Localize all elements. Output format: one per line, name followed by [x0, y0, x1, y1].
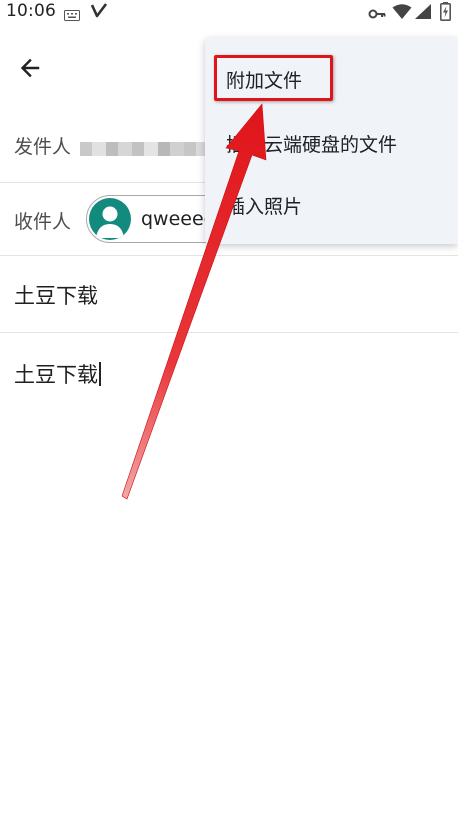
arrow-back-icon — [20, 58, 40, 78]
menu-item-label: 插入云端硬盘的文件 — [226, 134, 398, 156]
keyboard-icon — [64, 6, 80, 25]
back-button[interactable] — [12, 52, 48, 84]
from-label: 发件人 — [14, 136, 72, 158]
body-text: 土豆下载 — [14, 363, 98, 387]
to-label: 收件人 — [14, 211, 72, 233]
menu-item-insert-from-drive[interactable]: 插入云端硬盘的文件 — [205, 110, 458, 172]
body-text-container: 土豆下载 — [14, 359, 101, 389]
battery-charging-icon — [440, 2, 451, 25]
wifi-icon — [392, 3, 412, 24]
vpn-key-icon — [368, 5, 386, 24]
avatar — [89, 198, 131, 240]
menu-item-label: 插入照片 — [226, 196, 303, 218]
status-time: 10:06 — [6, 1, 56, 21]
subject-text: 土豆下载 — [14, 284, 98, 308]
menu-item-insert-photo[interactable]: 插入照片 — [205, 172, 458, 234]
signal-icon — [414, 3, 432, 24]
status-bar: 10:06 — [0, 0, 458, 24]
subject-field[interactable]: 土豆下载 — [0, 256, 458, 332]
v-app-icon — [90, 3, 108, 23]
text-cursor — [99, 362, 101, 386]
person-icon — [96, 206, 124, 238]
body-field[interactable]: 土豆下载 — [0, 333, 458, 413]
highlight-box — [214, 55, 333, 101]
